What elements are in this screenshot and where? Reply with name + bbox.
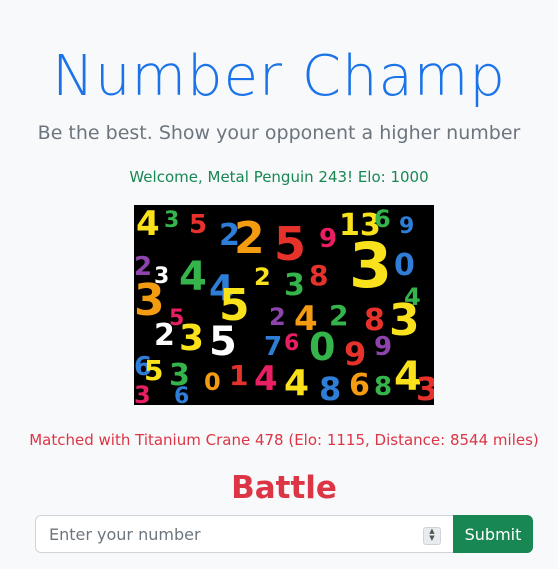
welcome-message: Welcome, Metal Penguin 243! Elo: 1000 (129, 168, 429, 186)
svg-text:0: 0 (309, 325, 335, 369)
svg-text:2: 2 (269, 303, 286, 331)
svg-text:4: 4 (179, 254, 207, 300)
svg-text:8: 8 (374, 372, 392, 402)
number-spinner-icon[interactable]: ▲ ▼ (423, 527, 441, 545)
numbers-collage: 4 3 5 2 2 5 9 13 6 9 2 3 4 4 2 3 8 3 0 4… (134, 205, 434, 405)
submit-button[interactable]: Submit (453, 515, 533, 553)
svg-text:2: 2 (234, 213, 265, 264)
battle-form: Enter your number ▲ ▼ Submit (35, 515, 533, 553)
svg-text:4: 4 (136, 205, 160, 244)
svg-text:1: 1 (229, 359, 248, 392)
battle-heading: Battle (231, 470, 337, 506)
colorful-numbers-image: 4 3 5 2 2 5 9 13 6 9 2 3 4 4 2 3 8 3 0 4… (134, 205, 434, 405)
svg-text:9: 9 (374, 332, 392, 362)
svg-text:5: 5 (189, 210, 207, 240)
svg-text:2: 2 (154, 318, 175, 353)
svg-text:3: 3 (134, 381, 151, 405)
svg-text:2: 2 (254, 263, 271, 291)
svg-text:3: 3 (164, 208, 179, 233)
svg-text:4: 4 (254, 359, 278, 399)
svg-text:5: 5 (274, 217, 306, 271)
svg-text:6: 6 (349, 368, 370, 403)
svg-text:8: 8 (309, 259, 328, 292)
svg-text:7: 7 (264, 332, 282, 362)
svg-text:6: 6 (284, 331, 299, 356)
number-input-placeholder: Enter your number (49, 524, 201, 544)
svg-text:3: 3 (179, 318, 204, 359)
svg-text:0: 0 (204, 368, 221, 396)
svg-text:9: 9 (319, 224, 337, 254)
svg-text:6: 6 (174, 384, 189, 405)
app-subtitle: Be the best. Show your opponent a higher… (37, 122, 521, 144)
svg-text:3: 3 (389, 295, 420, 346)
svg-text:0: 0 (394, 248, 415, 283)
number-input[interactable]: Enter your number ▲ ▼ (35, 515, 453, 553)
app-title: Number Champ (52, 44, 506, 109)
svg-text:3: 3 (284, 268, 305, 303)
svg-text:3: 3 (416, 370, 434, 405)
svg-text:4: 4 (284, 363, 309, 404)
svg-text:8: 8 (319, 370, 341, 405)
match-message: Matched with Titanium Crane 478 (Elo: 11… (29, 431, 539, 449)
svg-text:3: 3 (349, 229, 392, 302)
svg-text:9: 9 (399, 214, 414, 239)
